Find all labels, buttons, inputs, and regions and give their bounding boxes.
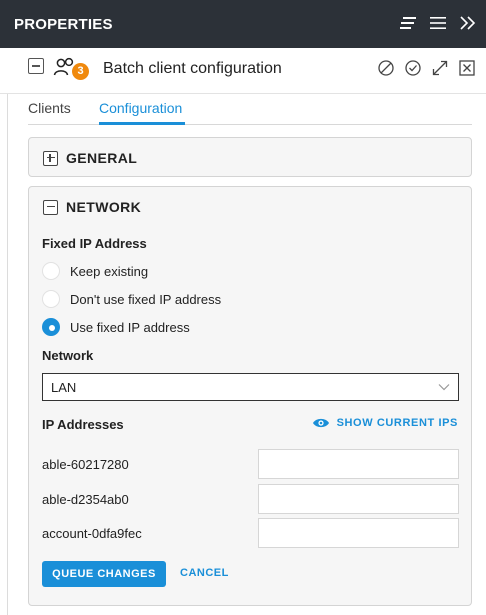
chevron-down-icon: [438, 384, 450, 391]
close-icon[interactable]: [458, 59, 476, 77]
client-name: account-0dfa9fec: [42, 526, 142, 541]
show-current-ips-link[interactable]: SHOW CURRENT IPS: [312, 417, 458, 429]
general-section-title: GENERAL: [66, 150, 138, 166]
eye-icon: [312, 418, 329, 428]
header-title: Batch client configuration: [103, 60, 282, 77]
list-view-icon[interactable]: [398, 13, 418, 33]
radio-label: Use fixed IP address: [70, 319, 190, 335]
tab-configuration[interactable]: Configuration: [99, 100, 182, 116]
collapse-minus-icon[interactable]: [43, 199, 58, 215]
check-circle-icon[interactable]: [404, 59, 422, 77]
ip-row: able-d2354ab0: [42, 484, 459, 514]
radio-label: Keep existing: [70, 263, 149, 279]
collapse-toggle[interactable]: [28, 58, 44, 74]
network-select-value: LAN: [51, 380, 77, 395]
radio-label: Don't use fixed IP address: [70, 291, 222, 307]
titlebar-actions: [398, 13, 478, 33]
ip-addresses-label: IP Addresses: [42, 417, 124, 432]
collapse-panel-icon[interactable]: [458, 13, 478, 33]
ip-address-input[interactable]: [258, 449, 459, 479]
show-current-ips-label: SHOW CURRENT IPS: [336, 417, 458, 429]
ip-row: account-0dfa9fec: [42, 518, 459, 548]
radio-button[interactable]: [42, 262, 60, 280]
ip-row: able-60217280: [42, 449, 459, 479]
cancel-button[interactable]: CANCEL: [180, 567, 229, 579]
ip-address-input[interactable]: [258, 484, 459, 514]
properties-titlebar: PROPERTIES: [0, 0, 486, 48]
radio-button-selected[interactable]: [42, 318, 60, 336]
radio-button[interactable]: [42, 290, 60, 308]
panel-title: PROPERTIES: [14, 16, 113, 33]
tab-bar: Clients Configuration: [28, 98, 472, 125]
header-actions: [377, 59, 476, 77]
client-name: able-60217280: [42, 457, 129, 472]
network-section-header[interactable]: NETWORK: [43, 199, 141, 215]
active-tab-indicator: [99, 122, 185, 125]
ip-address-input[interactable]: [258, 518, 459, 548]
block-icon[interactable]: [377, 59, 395, 77]
network-section-title: NETWORK: [66, 199, 142, 215]
expand-icon[interactable]: [431, 59, 449, 77]
panel-left-border: [7, 94, 8, 615]
radio-no-fixed-ip[interactable]: Don't use fixed IP address: [42, 290, 221, 308]
network-label: Network: [42, 348, 94, 363]
general-section-header[interactable]: GENERAL: [43, 150, 137, 166]
network-select[interactable]: LAN: [42, 373, 459, 401]
radio-keep-existing[interactable]: Keep existing: [42, 262, 148, 280]
network-section: NETWORK Fixed IP Address Keep existing D…: [28, 186, 472, 606]
tab-clients[interactable]: Clients: [28, 100, 71, 116]
queue-changes-button[interactable]: QUEUE CHANGES: [42, 561, 166, 587]
general-section[interactable]: GENERAL: [28, 137, 472, 177]
radio-use-fixed-ip[interactable]: Use fixed IP address: [42, 318, 190, 336]
client-name: able-d2354ab0: [42, 492, 129, 507]
menu-icon[interactable]: [428, 13, 448, 33]
fixed-ip-label: Fixed IP Address: [42, 236, 147, 251]
expand-plus-icon[interactable]: [43, 150, 58, 166]
client-count-badge: 3: [72, 63, 89, 80]
